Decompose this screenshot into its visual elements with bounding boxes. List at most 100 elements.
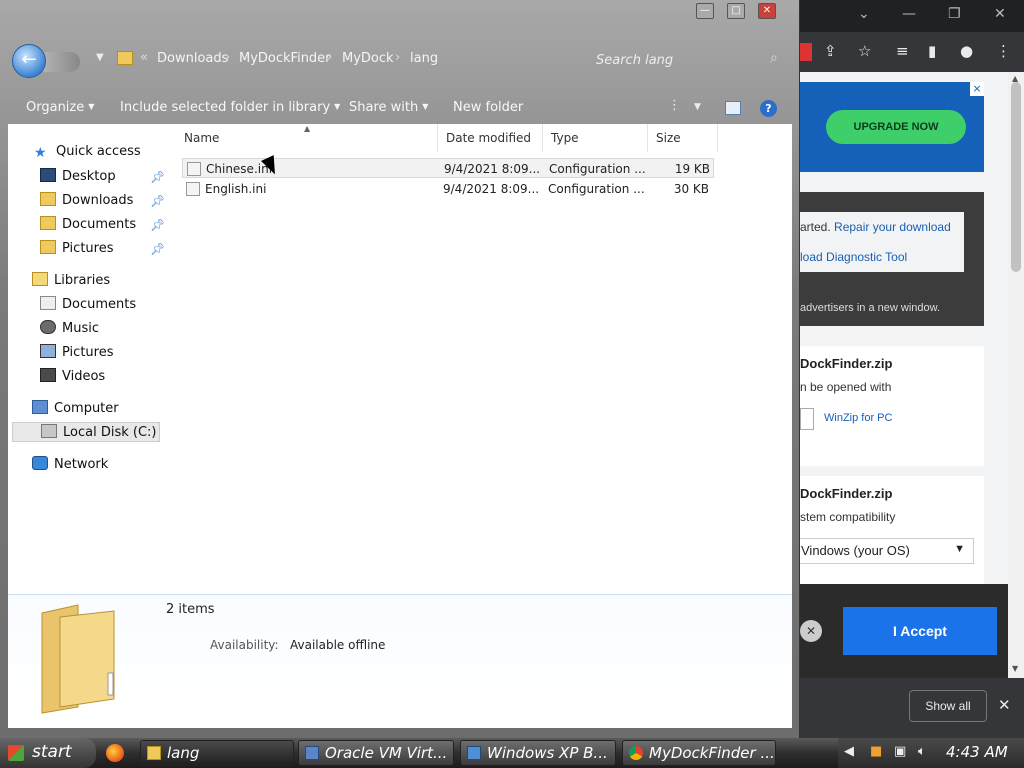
nav-lib-videos[interactable]: Videos xyxy=(40,368,105,388)
nav-label: Pictures xyxy=(62,241,114,256)
taskbar-item-windows-xp[interactable]: Windows XP B... xyxy=(460,740,616,766)
taskbar-item-mydockfinder[interactable]: MyDockFinder ... xyxy=(622,740,776,766)
media-controls-icon[interactable]: ≡ xyxy=(896,42,909,60)
winzip-link[interactable]: WinZip for PC xyxy=(824,412,892,424)
chevron-down-icon: ▼ xyxy=(422,102,429,111)
taskbar-item-label: lang xyxy=(167,744,200,762)
file-size: 30 KB xyxy=(673,182,709,196)
breadcrumb-downloads[interactable]: Downloads xyxy=(157,51,228,66)
library-icon xyxy=(32,272,48,286)
browser-titlebar: ⌄ — ❐ ✕ xyxy=(790,0,1024,32)
card-title: DockFinder.zip xyxy=(800,486,893,501)
column-header-date[interactable]: Date modified xyxy=(438,124,543,152)
breadcrumb-mydock[interactable]: MyDock xyxy=(342,51,394,66)
explorer-window: — □ ✕ ← ▼ « Downloads › MyDockFinder › M… xyxy=(0,0,800,738)
config-file-icon xyxy=(186,182,200,196)
taskbar-item-virtualbox[interactable]: Oracle VM Virt... xyxy=(298,740,454,766)
search-icon[interactable]: ⌕ xyxy=(770,50,778,66)
nav-desktop[interactable]: Desktop xyxy=(40,168,116,188)
close-icon[interactable]: ✕ xyxy=(994,6,1006,22)
chevron-down-icon[interactable]: ▼ xyxy=(694,102,701,112)
help-icon[interactable]: ? xyxy=(760,100,777,117)
bookmark-star-icon[interactable]: ☆ xyxy=(858,42,871,60)
menu-icon[interactable]: ⋮ xyxy=(996,42,1011,60)
nav-documents[interactable]: Documents xyxy=(40,216,136,236)
restore-icon[interactable]: ❐ xyxy=(948,6,961,22)
column-header-type[interactable]: Type xyxy=(543,124,648,152)
maximize-button[interactable]: □ xyxy=(727,3,745,19)
column-header-name[interactable]: Name xyxy=(176,124,438,152)
include-in-library-menu[interactable]: Include selected folder in library ▼ xyxy=(120,100,340,115)
minimize-button[interactable]: — xyxy=(696,3,714,19)
profile-icon[interactable]: ● xyxy=(960,42,973,60)
file-list: ▲ Name Date modified Type Size Chinese.i… xyxy=(176,124,792,594)
breadcrumb-separator[interactable]: › xyxy=(225,50,230,65)
scroll-down-icon[interactable]: ▼ xyxy=(1012,664,1018,673)
availability-label: Availability: xyxy=(210,638,279,652)
security-icon[interactable]: ■ xyxy=(870,744,882,759)
preview-pane-icon[interactable] xyxy=(725,101,741,115)
folder-icon xyxy=(147,746,161,760)
clock[interactable]: 4:43 AM xyxy=(946,743,1008,761)
nav-lib-pictures[interactable]: Pictures xyxy=(40,344,113,364)
tray-expand-icon[interactable]: ◀ xyxy=(844,744,854,759)
diagnostic-tool-link[interactable]: load Diagnostic Tool xyxy=(800,250,907,264)
file-row[interactable]: English.ini 9/4/2021 8:09... Configurati… xyxy=(182,179,714,199)
ad-banner[interactable]: × UPGRADE NOW xyxy=(800,82,984,172)
volume-icon[interactable]: 🔈︎ xyxy=(918,744,926,759)
network-tray-icon[interactable]: ▣ xyxy=(894,744,906,759)
breadcrumb-separator[interactable]: › xyxy=(395,50,400,65)
breadcrumb-lang[interactable]: lang xyxy=(410,51,438,66)
recent-locations-icon[interactable]: ▼ xyxy=(96,52,104,63)
search-input[interactable] xyxy=(590,48,760,72)
breadcrumb-mydockfinder[interactable]: MyDockFinder xyxy=(239,51,331,66)
nav-label: Libraries xyxy=(54,273,111,288)
pictures-icon xyxy=(40,344,56,358)
folder-icon xyxy=(41,604,115,714)
browser-toolbar: ⇪ ☆ ≡ ▮ ● ⋮ xyxy=(790,32,1024,72)
nav-label: Network xyxy=(54,457,109,472)
consent-close-icon[interactable]: ✕ xyxy=(800,620,822,642)
download-bar-close-icon[interactable]: ✕ xyxy=(998,696,1011,714)
accept-button[interactable]: I Accept xyxy=(843,607,997,655)
nav-pictures[interactable]: Pictures xyxy=(40,240,113,260)
nav-downloads[interactable]: Downloads xyxy=(40,192,133,212)
os-select[interactable]: Vindows (your OS) ▼ xyxy=(790,538,974,564)
start-button[interactable]: start xyxy=(0,738,96,768)
firefox-icon[interactable] xyxy=(106,744,124,762)
ad-close-icon[interactable]: × xyxy=(970,82,984,96)
tab-list-icon[interactable]: ⌄ xyxy=(858,6,870,22)
change-view-icon[interactable]: ⋮ xyxy=(668,98,681,113)
new-folder-button[interactable]: New folder xyxy=(453,100,523,115)
nav-lib-documents[interactable]: Documents xyxy=(40,296,136,316)
column-header-size[interactable]: Size xyxy=(648,124,718,152)
share-icon[interactable]: ⇪ xyxy=(824,42,837,60)
folder-icon xyxy=(40,192,56,206)
nav-libraries[interactable]: Libraries xyxy=(32,272,110,292)
repair-download-link[interactable]: Repair your download xyxy=(834,220,951,234)
share-with-menu[interactable]: Share with ▼ xyxy=(349,100,428,115)
nav-quick-access[interactable]: ★ Quick access xyxy=(34,144,141,164)
nav-label: Quick access xyxy=(56,144,141,159)
browser-scrollbar[interactable]: ▲ ▼ xyxy=(1008,72,1024,678)
show-all-button[interactable]: Show all xyxy=(909,690,987,722)
breadcrumb-separator[interactable]: › xyxy=(327,50,332,65)
back-button[interactable]: ← xyxy=(12,44,46,78)
side-panel-icon[interactable]: ▮ xyxy=(928,42,936,60)
nav-computer[interactable]: Computer xyxy=(32,400,119,420)
minimize-icon[interactable]: — xyxy=(902,6,916,22)
close-button[interactable]: ✕ xyxy=(758,3,776,19)
open-with-card: DockFinder.zip n be opened with WinZip f… xyxy=(790,346,984,466)
breadcrumb-overflow[interactable]: « xyxy=(140,50,148,65)
nav-label: Documents xyxy=(62,217,137,232)
nav-lib-music[interactable]: Music xyxy=(40,320,99,340)
taskbar-item-lang[interactable]: lang xyxy=(140,740,294,766)
file-date: 9/4/2021 8:09... xyxy=(444,162,541,176)
nav-local-disk[interactable]: Local Disk (C:) xyxy=(12,422,160,442)
organize-menu[interactable]: Organize ▼ xyxy=(26,100,94,115)
nav-network[interactable]: Network xyxy=(32,456,108,476)
network-icon xyxy=(32,456,48,470)
upgrade-now-button[interactable]: UPGRADE NOW xyxy=(826,110,966,144)
scroll-thumb[interactable] xyxy=(1011,82,1021,272)
nav-label: Videos xyxy=(62,369,106,384)
